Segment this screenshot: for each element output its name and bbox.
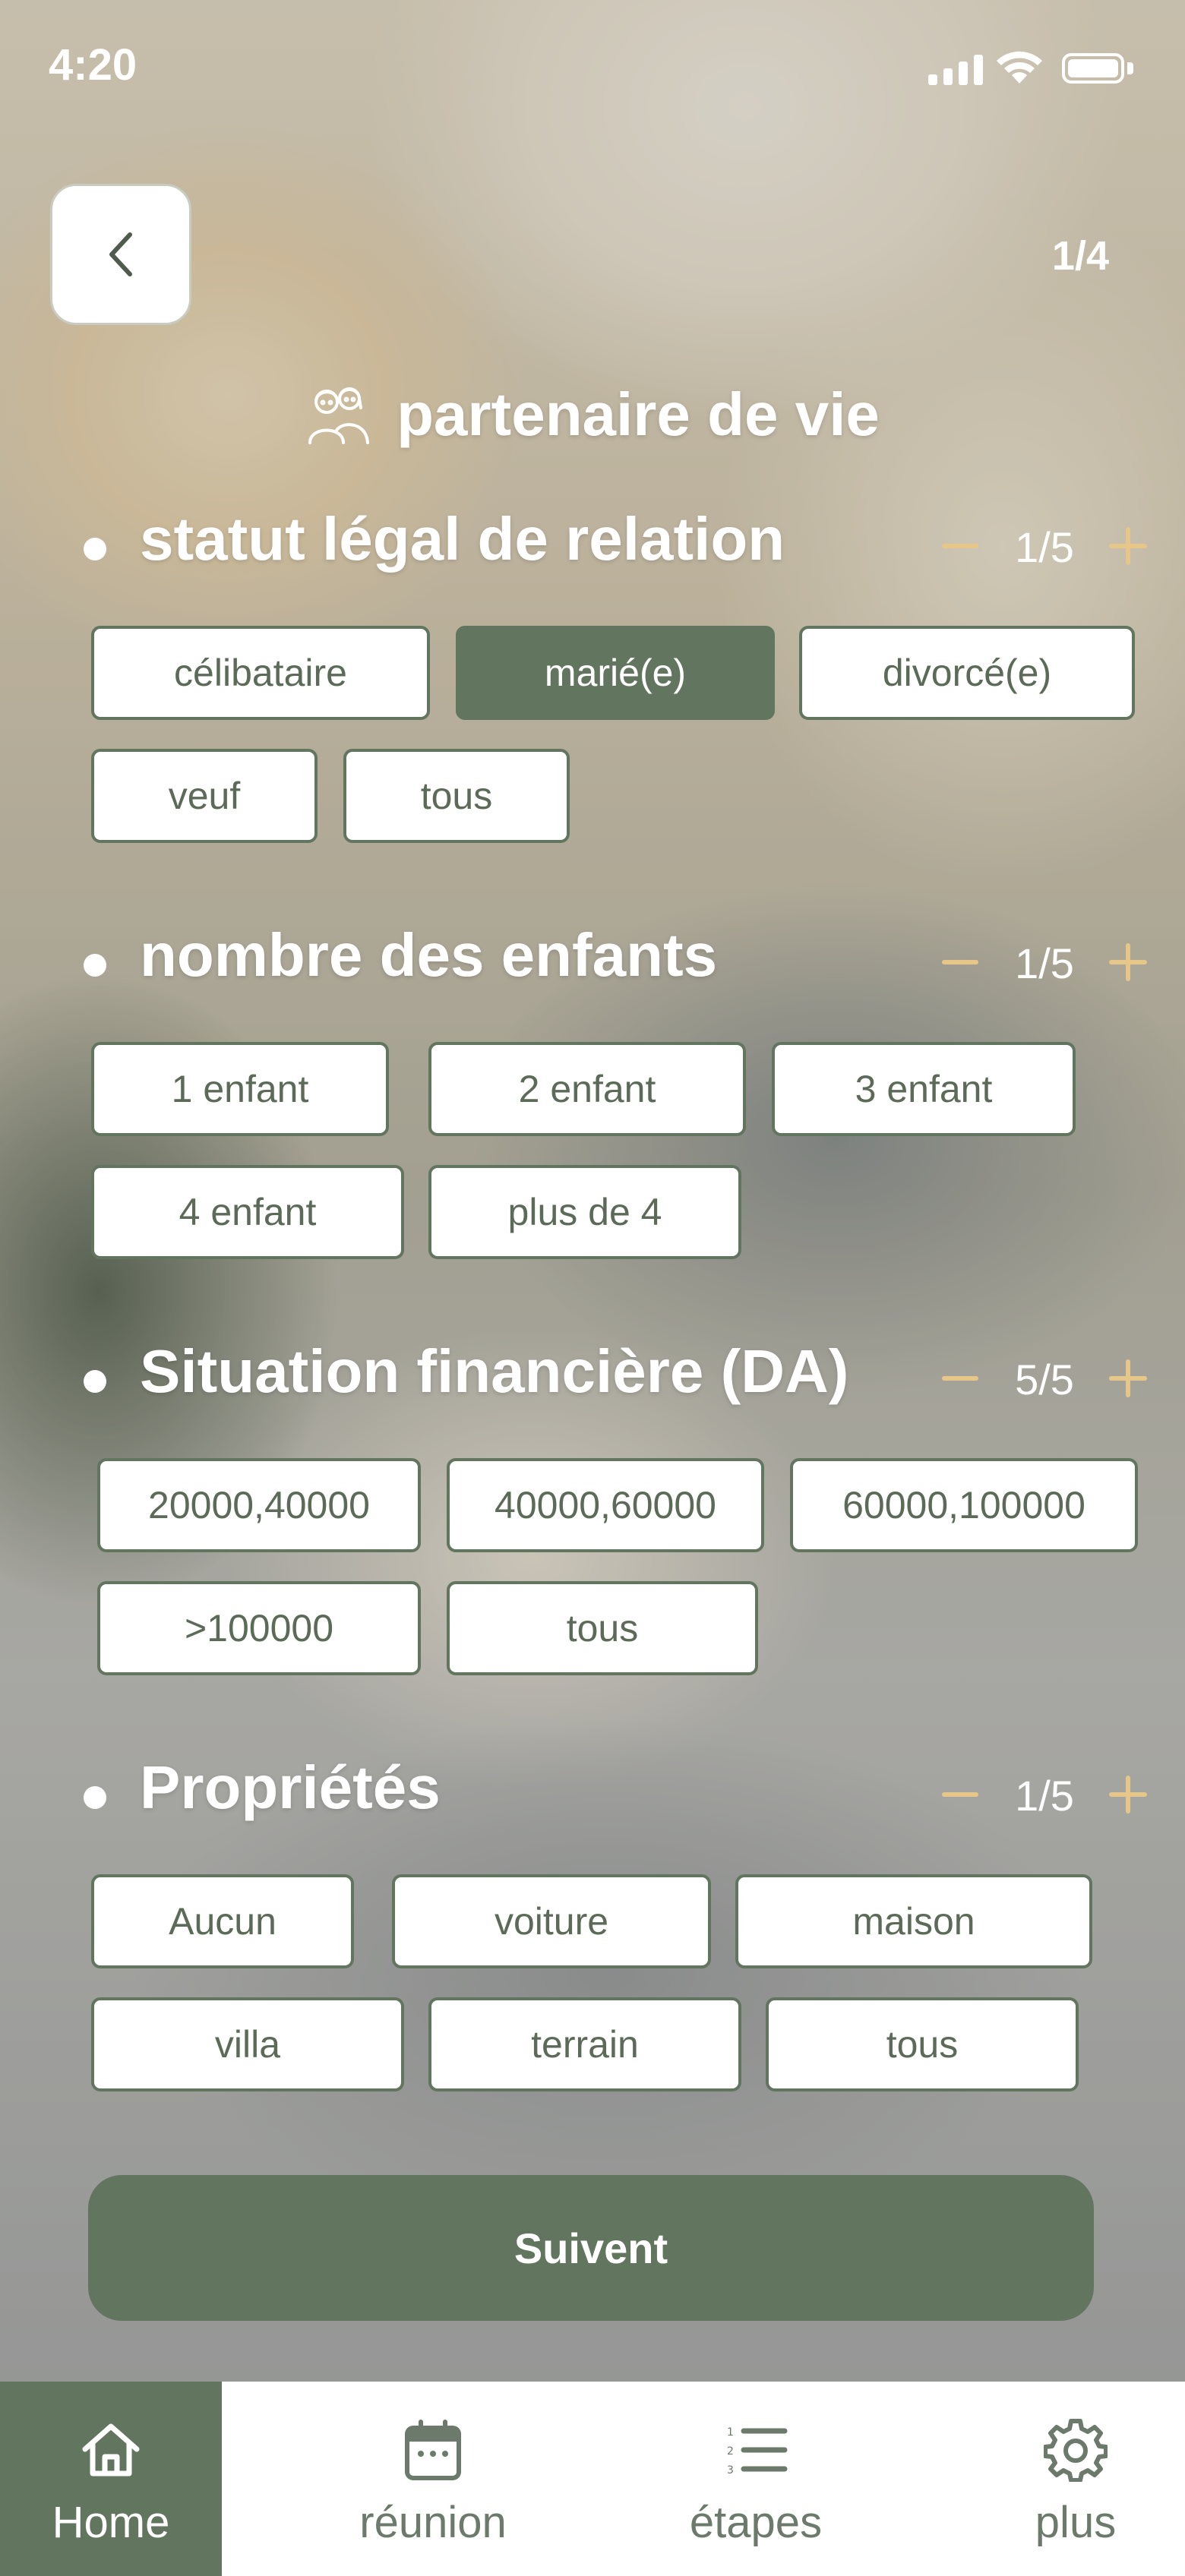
tab-etapes[interactable]: 1 2 3 étapes — [653, 2382, 858, 2576]
minus-icon[interactable] — [942, 960, 978, 964]
option-chip[interactable]: 3 enfant — [772, 1042, 1076, 1136]
gear-icon — [1044, 2419, 1108, 2482]
step-indicator: 1/4 — [1051, 233, 1109, 279]
calendar-icon — [405, 2420, 461, 2480]
couple-icon — [308, 387, 370, 444]
plus-icon[interactable] — [1109, 1359, 1147, 1397]
option-chip[interactable]: 20000,40000 — [97, 1458, 421, 1552]
tab-plus[interactable]: plus — [980, 2382, 1171, 2576]
bullet-icon — [84, 954, 106, 977]
plus-icon[interactable] — [1109, 527, 1147, 565]
option-chip[interactable]: Aucun — [91, 1874, 354, 1968]
status-bar: 4:20 — [0, 0, 1185, 137]
selection-counter: 5/5 — [942, 1350, 1147, 1403]
tab-home[interactable]: Home — [0, 2382, 222, 2576]
plus-icon[interactable] — [1109, 1776, 1147, 1814]
option-chip[interactable]: villa — [91, 1997, 404, 2091]
option-chip[interactable]: tous — [766, 1997, 1079, 2091]
tab-reunion[interactable]: réunion — [334, 2382, 532, 2576]
section-title: statut légal de relation — [140, 505, 785, 573]
chevron-left-icon — [109, 232, 132, 276]
bullet-icon — [84, 538, 106, 560]
selection-counter: 1/5 — [942, 518, 1147, 571]
next-button[interactable]: Suivent — [88, 2175, 1094, 2321]
wifi-icon — [997, 51, 1042, 84]
bottom-tab-bar: Home réunion 1 2 3 étapes plus — [0, 2382, 1185, 2576]
option-chip[interactable]: 40000,60000 — [447, 1458, 764, 1552]
minus-icon[interactable] — [942, 1792, 978, 1797]
home-icon — [82, 2423, 140, 2477]
status-time: 4:20 — [49, 40, 137, 90]
count-value: 1/5 — [1015, 939, 1074, 987]
option-chip[interactable]: >100000 — [97, 1581, 421, 1675]
option-chip[interactable]: tous — [343, 749, 570, 843]
option-chip[interactable]: 2 enfant — [428, 1042, 746, 1136]
battery-icon — [1062, 53, 1124, 84]
page-header: partenaire de vie — [0, 380, 1185, 450]
tab-label: étapes — [689, 2498, 823, 2547]
option-chip[interactable]: tous — [447, 1581, 758, 1675]
back-button[interactable] — [50, 184, 191, 325]
tab-label: Home — [52, 2498, 170, 2547]
page-title: partenaire de vie — [397, 380, 880, 448]
cellular-signal-icon — [928, 53, 983, 85]
option-chip[interactable]: terrain — [428, 1997, 741, 2091]
option-chip[interactable]: maison — [735, 1874, 1092, 1968]
count-value: 1/5 — [1015, 523, 1074, 571]
option-chip[interactable]: 4 enfant — [91, 1165, 404, 1259]
svg-text:1: 1 — [727, 2426, 734, 2439]
option-chip[interactable]: plus de 4 — [428, 1165, 741, 1259]
section-header: Propriétés 1/5 — [84, 1747, 1147, 1838]
count-value: 1/5 — [1015, 1772, 1074, 1820]
bullet-icon — [84, 1370, 106, 1393]
selection-counter: 1/5 — [942, 1766, 1147, 1820]
option-chip[interactable]: 1 enfant — [91, 1042, 389, 1136]
count-value: 5/5 — [1015, 1356, 1074, 1403]
numbered-list-icon: 1 2 3 — [727, 2426, 788, 2477]
option-chip[interactable]: voiture — [392, 1874, 711, 1968]
option-chip[interactable]: célibataire — [91, 626, 430, 720]
svg-text:3: 3 — [727, 2464, 734, 2477]
minus-icon[interactable] — [942, 1376, 978, 1381]
section-title: Propriétés — [140, 1754, 441, 1821]
section-header: Situation financière (DA) 5/5 — [84, 1331, 1147, 1422]
svg-text:2: 2 — [727, 2445, 734, 2458]
option-chip[interactable]: veuf — [91, 749, 318, 843]
option-chip[interactable]: 60000,100000 — [790, 1458, 1138, 1552]
option-chip-selected[interactable]: marié(e) — [456, 626, 775, 720]
section-header: nombre des enfants 1/5 — [84, 914, 1147, 1005]
minus-icon[interactable] — [942, 544, 978, 548]
selection-counter: 1/5 — [942, 934, 1147, 987]
tab-label: plus — [1035, 2498, 1117, 2547]
section-title: nombre des enfants — [140, 921, 718, 989]
bullet-icon — [84, 1786, 106, 1809]
option-chip[interactable]: divorcé(e) — [799, 626, 1135, 720]
section-title: Situation financière (DA) — [140, 1337, 849, 1405]
tab-label: réunion — [359, 2498, 507, 2547]
section-header: statut légal de relation 1/5 — [84, 498, 1147, 589]
plus-icon[interactable] — [1109, 943, 1147, 981]
